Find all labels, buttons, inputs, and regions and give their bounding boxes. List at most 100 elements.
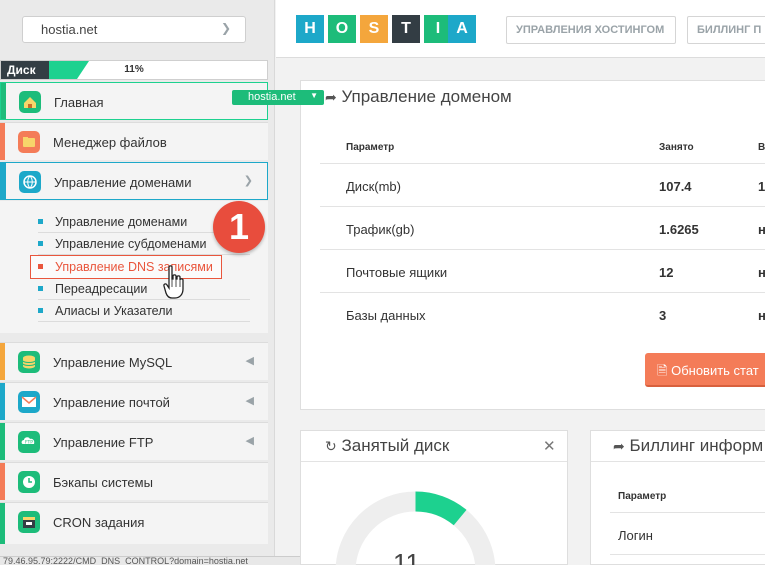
chevron-left-icon: ◀︎ xyxy=(245,395,254,407)
table-cell: н xyxy=(758,265,765,280)
hand-cursor-icon xyxy=(163,265,185,301)
panel-title-text: Биллинг информ xyxy=(629,436,764,455)
item-accent xyxy=(0,503,5,544)
column-header: В xyxy=(758,142,765,153)
table-cell: Почтовые ящики xyxy=(346,265,448,280)
chevron-down-icon: ❯︎ xyxy=(220,21,231,35)
sidebar-item-cron[interactable]: CRON задания xyxy=(0,502,268,544)
panel-header-divider xyxy=(591,461,765,462)
table-divider xyxy=(320,206,765,207)
table-cell: н xyxy=(758,222,765,237)
billing-button[interactable]: БИЛЛИНГ П xyxy=(687,16,765,44)
sidebar-item-label: Управление FTP xyxy=(53,435,154,450)
panel-title-text: Занятый диск xyxy=(341,436,450,455)
share-icon: ➦︎ xyxy=(613,438,625,454)
logo-letter: H xyxy=(296,15,324,43)
sidebar-item-label: CRON задания xyxy=(53,515,145,530)
sidebar-item-ftp[interactable]: FTP Управление FTP ◀︎ xyxy=(0,422,268,460)
www-icon xyxy=(19,171,41,193)
table-cell: Логин xyxy=(618,528,653,543)
logo-letter: S xyxy=(360,15,388,43)
item-accent xyxy=(0,123,5,160)
table-cell: 1 xyxy=(758,179,765,194)
submenu-item-label: Управление субдоменами xyxy=(55,237,207,251)
item-accent xyxy=(0,343,5,380)
column-header: Параметр xyxy=(618,491,667,502)
panel-header-divider xyxy=(301,461,567,462)
table-divider xyxy=(320,249,765,250)
disk-usage-bar: Диск 11% xyxy=(0,60,268,80)
logo-letter: A xyxy=(448,15,476,43)
domain-select-value: hostia.net xyxy=(41,22,98,37)
refresh-stats-button[interactable]: 🗎︎ Обновить стат xyxy=(645,353,765,387)
sidebar-item-label: Главная xyxy=(54,95,104,110)
logo-letter: O xyxy=(328,15,356,43)
domain-pill-label: hostia.net xyxy=(248,91,296,103)
sidebar-item-backups[interactable]: Бэкапы системы xyxy=(0,462,268,500)
column-header: Занято xyxy=(659,142,694,153)
domain-pill-select[interactable]: hostia.net ▼︎ xyxy=(232,90,324,105)
close-icon[interactable]: ✕ xyxy=(543,437,556,455)
bullet-icon xyxy=(38,286,43,291)
table-cell: Диск(mb) xyxy=(346,179,401,194)
domain-select[interactable]: hostia.net ❯︎ xyxy=(22,16,246,43)
table-divider xyxy=(610,512,765,513)
submenu-item-label: Управление DNS записями xyxy=(55,260,213,274)
chevron-left-icon: ◀︎ xyxy=(245,435,254,447)
sidebar-item-mail[interactable]: Управление почтой ◀︎ xyxy=(0,382,268,420)
sidebar-item-mysql[interactable]: Управление MySQL ◀︎ xyxy=(0,342,268,380)
disk-panel-title: ↻︎ Занятый диск xyxy=(325,436,449,456)
top-header: H O S T I A УПРАВЛЕНИЯ ХОСТИНГОМ БИЛЛИНГ… xyxy=(276,0,765,58)
sidebar-item-domains[interactable]: Управление доменами ❯︎ xyxy=(0,162,268,200)
panel-title-text: Управление доменом xyxy=(341,87,512,106)
chevron-down-icon: ❯︎ xyxy=(243,175,253,187)
sidebar: hostia.net ❯︎ Диск 11% Главная Менеджер … xyxy=(0,0,335,565)
submenu-item-redirects[interactable]: Переадресации xyxy=(38,278,250,300)
database-icon xyxy=(18,351,40,373)
ftp-icon: FTP xyxy=(18,431,40,453)
share-icon: ➦︎ xyxy=(325,89,337,105)
table-divider xyxy=(320,292,765,293)
refresh-button-label: Обновить стат xyxy=(671,363,759,378)
item-accent xyxy=(0,463,5,500)
bullet-icon xyxy=(38,219,43,224)
table-cell: 1.6265 xyxy=(659,222,699,237)
disk-usage-percent: 11% xyxy=(124,64,144,75)
table-divider xyxy=(320,163,765,164)
submenu-item-label: Алиасы и Указатели xyxy=(55,304,173,318)
sidebar-item-label: Бэкапы системы xyxy=(53,475,153,490)
clock-icon xyxy=(18,471,40,493)
cron-icon xyxy=(18,511,40,533)
bullet-icon xyxy=(38,264,43,269)
refresh-icon: ↻︎ xyxy=(325,438,337,454)
sidebar-item-label: Управление MySQL xyxy=(53,355,173,370)
item-accent xyxy=(0,423,5,460)
table-cell: 12 xyxy=(659,265,674,280)
gauge-fill xyxy=(415,491,467,526)
sidebar-item-label: Менеджер файлов xyxy=(53,135,167,150)
home-icon xyxy=(19,91,41,113)
document-icon: 🗎︎ xyxy=(657,363,668,378)
item-accent xyxy=(0,383,5,420)
submenu-item-aliases[interactable]: Алиасы и Указатели xyxy=(38,300,250,322)
sidebar-item-home[interactable]: Главная xyxy=(0,82,268,120)
hosting-management-button[interactable]: УПРАВЛЕНИЯ ХОСТИНГОМ xyxy=(506,16,676,44)
column-header: Параметр xyxy=(346,142,395,153)
chevron-left-icon: ◀︎ xyxy=(245,355,254,367)
folder-icon xyxy=(18,131,40,153)
table-cell: Трафик(gb) xyxy=(346,222,415,237)
table-cell: 107.4 xyxy=(659,179,692,194)
caret-down-icon: ▼︎ xyxy=(310,91,318,100)
sidebar-item-label: Управление почтой xyxy=(53,395,170,410)
item-accent xyxy=(1,83,6,119)
logo-letter: T xyxy=(392,15,420,43)
table-cell: н xyxy=(758,308,765,323)
bullet-icon xyxy=(38,241,43,246)
table-cell: Базы данных xyxy=(346,308,426,323)
sidebar-item-label: Управление доменами xyxy=(54,175,192,190)
submenu-item-dns-records[interactable]: Управление DNS записями xyxy=(30,255,222,279)
gauge-value: 11 xyxy=(393,548,420,565)
browser-status-bar: 79.46.95.79:2222/CMD_DNS_CONTROL?domain=… xyxy=(0,556,335,565)
sidebar-item-file-manager[interactable]: Менеджер файлов xyxy=(0,122,268,160)
submenu-item-label: Переадресации xyxy=(55,282,148,296)
